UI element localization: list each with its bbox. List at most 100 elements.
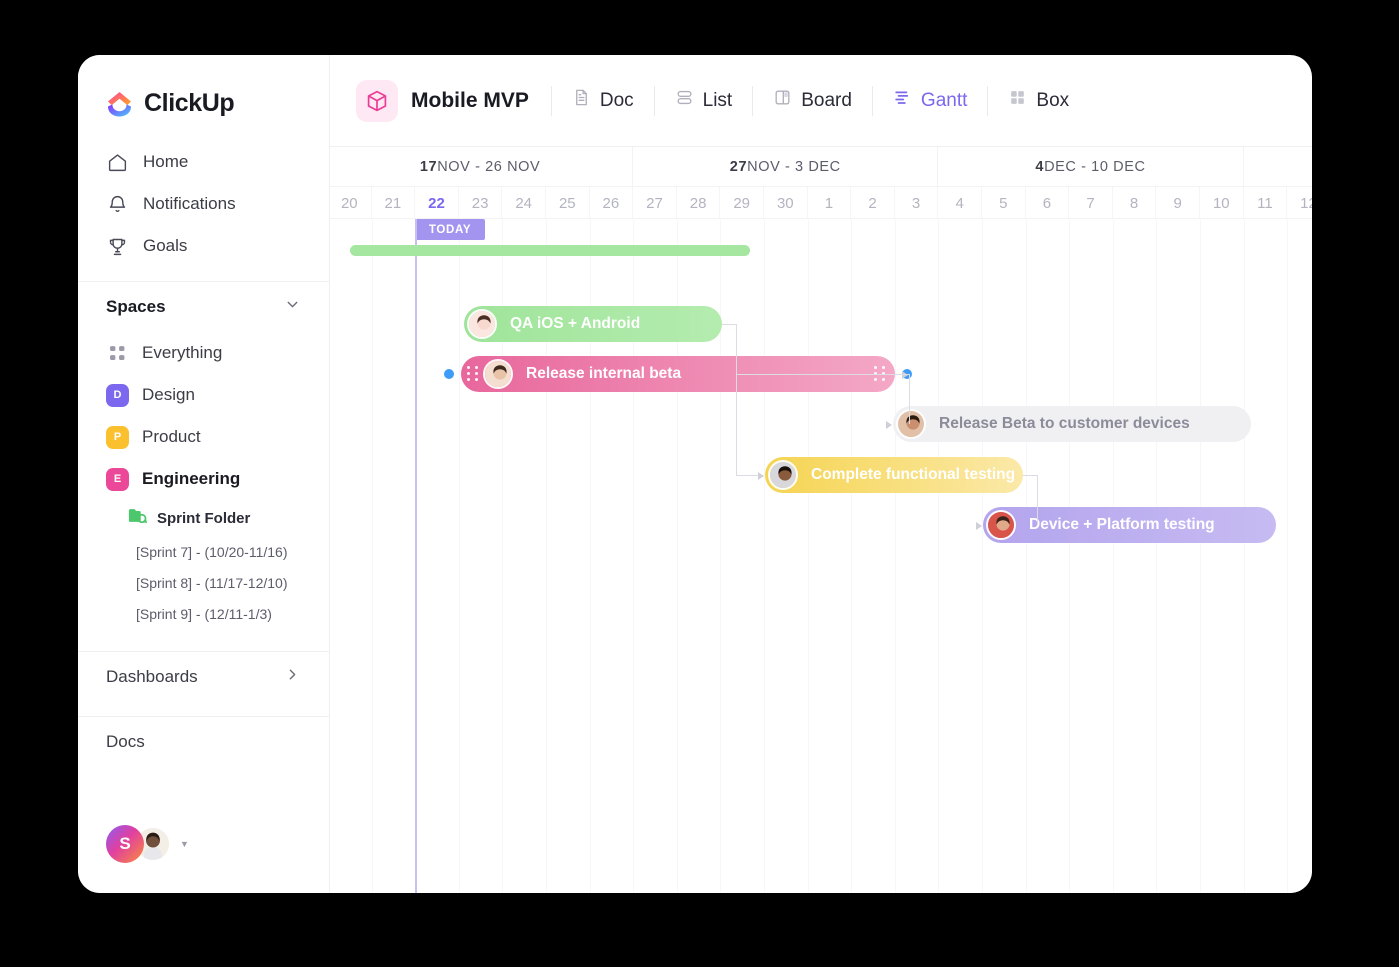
sidebar-footer: S ▼ — [78, 825, 329, 893]
gantt-gridline — [1156, 219, 1158, 893]
gantt-day-cell[interactable]: 10 — [1200, 187, 1244, 219]
dashboards-label: Dashboards — [106, 667, 198, 686]
gantt-day-cell[interactable]: 27 — [633, 187, 677, 219]
tab-label: Doc — [599, 89, 634, 111]
sidebar-item-product[interactable]: P Product — [78, 416, 329, 458]
sidebar-item-goals[interactable]: Goals — [78, 225, 329, 267]
gantt-gridline — [894, 219, 896, 893]
sidebar-item-design[interactable]: D Design — [78, 374, 329, 416]
tab-doc[interactable]: Doc — [552, 80, 654, 122]
chevron-down-icon[interactable] — [284, 296, 301, 318]
cube-icon — [356, 79, 398, 122]
project-title[interactable]: Mobile MVP — [356, 79, 551, 122]
chevron-right-icon[interactable] — [284, 666, 301, 688]
primary-nav: Home Notifications Goals — [78, 141, 329, 267]
gantt-day-cell[interactable]: 9 — [1156, 187, 1200, 219]
space-label: Product — [142, 427, 201, 446]
gantt-day-cell[interactable]: 7 — [1069, 187, 1113, 219]
topbar: Mobile MVP Doc List Board Gantt Box — [330, 55, 1312, 147]
assignee-avatar[interactable] — [896, 409, 926, 439]
sprint-summary-bar[interactable] — [349, 245, 750, 256]
gantt-task-bar[interactable]: Complete functional testing — [765, 457, 1023, 493]
brand[interactable]: ClickUp — [78, 55, 329, 119]
tab-list[interactable]: List — [655, 80, 753, 122]
gantt-day-cell[interactable]: 1 — [808, 187, 852, 219]
gantt-week-start: 17 — [419, 159, 438, 175]
gantt-gridline — [458, 219, 460, 893]
gantt-day-cell[interactable]: 12 — [1287, 187, 1312, 219]
dependency-link — [722, 324, 736, 326]
sidebar-item-dashboards[interactable]: Dashboards — [78, 652, 329, 702]
sidebar-item-sprint-folder[interactable]: Sprint Folder — [78, 500, 329, 536]
gantt-task-bar[interactable]: QA iOS + Android — [464, 306, 722, 342]
sidebar-item-home[interactable]: Home — [78, 141, 329, 183]
gantt-week-start: 27 — [729, 159, 748, 175]
spaces-header-label: Spaces — [106, 297, 166, 316]
gantt-day-cell[interactable]: 30 — [764, 187, 808, 219]
gantt-day-cell[interactable]: 29 — [720, 187, 764, 219]
gantt-gridline — [1112, 219, 1114, 893]
gantt-gridline — [1200, 219, 1201, 893]
sidebar-item-everything[interactable]: Everything — [78, 332, 329, 374]
gantt-day-cell[interactable]: 11 — [1244, 187, 1288, 219]
folder-sync-icon — [128, 507, 148, 529]
gantt-gridline — [1025, 219, 1027, 893]
workspace-avatar[interactable]: S — [106, 825, 144, 863]
assignee-avatar[interactable] — [483, 359, 513, 389]
gantt-day-cell[interactable]: 20 — [330, 187, 372, 219]
space-badge-product: P — [106, 425, 129, 449]
brand-name: ClickUp — [144, 89, 235, 117]
gantt-day-cell[interactable]: 3 — [895, 187, 939, 219]
tab-gantt[interactable]: Gantt — [873, 80, 987, 122]
task-label: Complete functional testing — [811, 466, 1016, 483]
tab-box[interactable]: Box — [988, 80, 1089, 122]
gantt-day-cell[interactable]: 22 — [415, 187, 459, 219]
gantt-icon — [893, 88, 912, 113]
sidebar-list-sprint-8[interactable]: [Sprint 8] - (11/17-12/10) — [78, 567, 329, 598]
caret-down-icon[interactable]: ▼ — [180, 839, 189, 849]
spaces-header[interactable]: Spaces — [78, 282, 329, 332]
dependency-link — [909, 374, 911, 424]
gantt-day-cell[interactable]: 24 — [502, 187, 546, 219]
tab-label: Box — [1036, 89, 1070, 111]
gantt-day-cell[interactable]: 25 — [546, 187, 590, 219]
assignee-avatar[interactable] — [986, 510, 1016, 540]
gantt-day-cell[interactable]: 2 — [851, 187, 895, 219]
sidebar-item-notifications[interactable]: Notifications — [78, 183, 329, 225]
gantt-task-bar[interactable]: Device + Platform testing — [983, 507, 1276, 543]
task-label: QA iOS + Android — [510, 315, 641, 332]
gantt-day-cell[interactable]: 21 — [372, 187, 416, 219]
gantt-day-cell[interactable]: 28 — [677, 187, 721, 219]
gantt-day-cell[interactable]: 5 — [982, 187, 1026, 219]
sidebar-list-sprint-7[interactable]: [Sprint 7] - (10/20-11/16) — [78, 536, 329, 567]
bell-icon — [106, 193, 128, 215]
space-label: Everything — [142, 343, 223, 362]
gantt-gridline — [851, 219, 853, 893]
sidebar-item-label: Goals — [143, 236, 188, 255]
assignee-avatar[interactable] — [768, 460, 798, 490]
sidebar-item-engineering[interactable]: E Engineering — [78, 458, 329, 500]
gantt-week-start: 4 — [1035, 159, 1045, 175]
tab-board[interactable]: Board — [753, 80, 872, 122]
gantt-day-cell[interactable]: 26 — [590, 187, 634, 219]
sidebar-item-docs[interactable]: Docs — [78, 717, 329, 767]
assignee-avatar[interactable] — [467, 309, 497, 339]
clickup-window: ClickUp Home Notifications Goals Spaces … — [78, 55, 1312, 893]
today-badge: TODAY — [415, 219, 485, 240]
gantt-day-cell[interactable]: 23 — [459, 187, 503, 219]
gantt-body[interactable]: TODAY QA iOS + Android Release internal be… — [330, 219, 1312, 893]
gantt-week-cell: 4 DEC - 10 DEC — [938, 147, 1244, 187]
gantt-day-cell[interactable]: 8 — [1113, 187, 1157, 219]
gantt-day-cell[interactable]: 6 — [1026, 187, 1070, 219]
dependency-dot-start[interactable] — [444, 369, 454, 379]
gantt-day-cell[interactable]: 4 — [938, 187, 982, 219]
dependency-link — [1037, 475, 1039, 525]
sidebar: ClickUp Home Notifications Goals Spaces … — [78, 55, 330, 893]
space-label: Engineering — [142, 469, 241, 488]
gantt-task-bar[interactable]: Release Beta to customer devices — [893, 406, 1251, 442]
gantt-gridline — [807, 219, 809, 893]
list-icon — [675, 88, 694, 113]
sidebar-list-sprint-9[interactable]: [Sprint 9] - (12/11-1/3) — [78, 598, 329, 629]
resize-handle-left[interactable] — [467, 366, 480, 382]
folder-label: Sprint Folder — [157, 509, 251, 527]
